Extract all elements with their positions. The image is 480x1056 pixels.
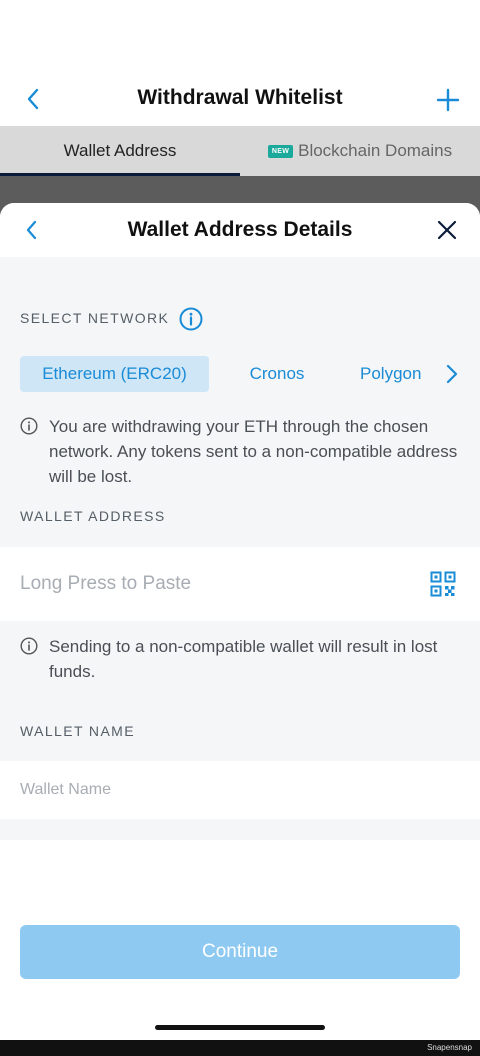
info-icon <box>20 417 38 435</box>
close-icon <box>437 220 457 240</box>
address-warning-text: Sending to a non-compatible wallet will … <box>49 637 438 681</box>
wallet-address-field <box>0 547 480 621</box>
network-selector: Ethereum (ERC20) Cronos Polygon <box>0 356 480 392</box>
tab-bar: Wallet Address NEW Blockchain Domains <box>0 126 480 176</box>
add-button[interactable] <box>432 84 464 116</box>
continue-button[interactable]: Continue <box>20 925 460 979</box>
sheet-title: Wallet Address Details <box>127 218 353 241</box>
home-indicator <box>155 1025 325 1030</box>
next-networks-button[interactable] <box>440 362 464 386</box>
network-chip-cronos[interactable]: Cronos <box>236 356 318 392</box>
chevron-right-icon <box>446 364 458 384</box>
footer-bar: Snapensnap <box>0 1040 480 1056</box>
wallet-address-input[interactable] <box>20 547 400 621</box>
network-warning-text: You are withdrawing your ETH through the… <box>49 417 458 486</box>
watermark: Snapensnap <box>427 1043 472 1052</box>
tab-label: Blockchain Domains <box>298 141 453 160</box>
address-warning: Sending to a non-compatible wallet will … <box>20 634 460 684</box>
wallet-address-label: WALLET ADDRESS <box>20 508 166 524</box>
close-button[interactable] <box>432 215 462 245</box>
tab-blockchain-domains[interactable]: NEW Blockchain Domains <box>240 126 480 176</box>
network-chip-polygon[interactable]: Polygon <box>360 356 436 392</box>
info-icon[interactable] <box>179 307 203 331</box>
tab-label: Wallet Address <box>63 141 177 160</box>
sheet-header: Wallet Address Details <box>0 203 480 257</box>
select-network-label: SELECT NETWORK <box>20 310 170 326</box>
tab-wallet-address[interactable]: Wallet Address <box>0 126 240 176</box>
wallet-address-details-sheet: Wallet Address Details SELECT NETWORK Et… <box>0 203 480 1040</box>
wallet-name-input[interactable] <box>20 761 400 819</box>
qr-code-icon[interactable] <box>430 571 456 597</box>
app-header: Withdrawal Whitelist <box>0 0 480 126</box>
network-chip-ethereum[interactable]: Ethereum (ERC20) <box>20 356 209 392</box>
wallet-name-label: WALLET NAME <box>20 723 135 739</box>
wallet-name-field <box>0 761 480 819</box>
new-badge: NEW <box>267 144 294 158</box>
info-icon <box>20 637 38 655</box>
network-warning: You are withdrawing your ETH through the… <box>20 414 460 489</box>
page-title: Withdrawal Whitelist <box>137 86 343 109</box>
plus-icon <box>436 88 460 112</box>
